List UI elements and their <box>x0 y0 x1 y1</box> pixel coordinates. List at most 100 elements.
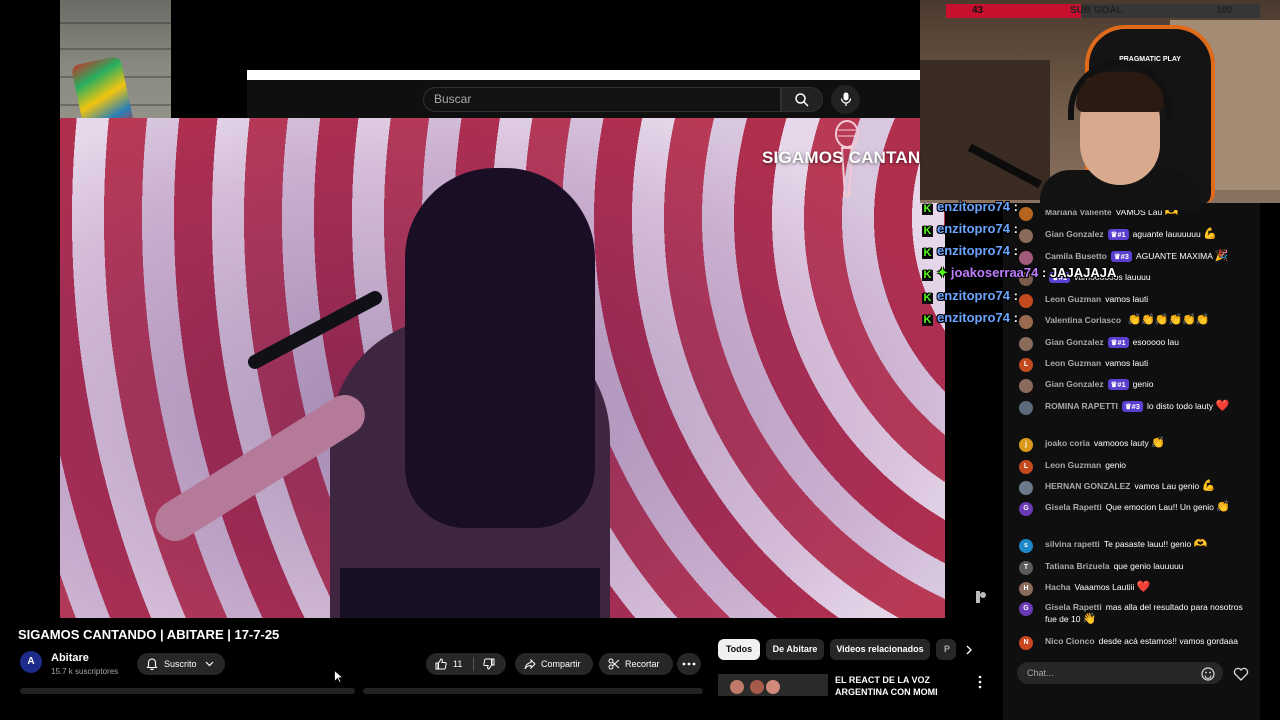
sub-goal-fill <box>946 4 1082 18</box>
chat-message-body: Valentina Coriasco 👏👏👏👏👏👏 <box>1045 314 1250 326</box>
chat-avatar[interactable]: N <box>1019 636 1033 650</box>
chat-message-body: Leon Guzman genio <box>1045 459 1250 471</box>
channel-avatar[interactable]: A <box>20 651 42 673</box>
chat-message-body: Gisela Rapetti Que emocion Lau!! Un genio… <box>1045 501 1250 513</box>
member-rank: #1 <box>1117 338 1126 347</box>
subscribed-button[interactable]: Suscrito <box>137 653 225 675</box>
chat-avatar[interactable]: j <box>1019 438 1033 452</box>
share-button[interactable]: Compartir <box>515 653 593 675</box>
chip-todos[interactable]: Todos <box>718 639 760 660</box>
related-video-title[interactable]: EL REACT DE LA VOZ ARGENTINA CON MOMI <box>835 674 965 698</box>
overlay-chat-user: joakoserraa74 <box>950 265 1039 280</box>
kick-badge-icon: K <box>922 203 933 215</box>
description-preview <box>20 688 355 694</box>
chat-avatar[interactable]: H <box>1019 582 1033 596</box>
chat-avatar[interactable] <box>1019 207 1033 221</box>
chevron-right-icon[interactable] <box>963 644 975 656</box>
chat-author[interactable]: Leon Guzman <box>1045 358 1101 368</box>
chat-avatar[interactable] <box>1019 315 1033 329</box>
chat-author[interactable]: Gian Gonzalez <box>1045 337 1104 347</box>
chat-author[interactable]: silvina rapetti <box>1045 539 1100 549</box>
like-icon[interactable] <box>435 658 447 670</box>
chat-avatar[interactable] <box>1019 401 1033 415</box>
chat-author[interactable]: Gian Gonzalez <box>1045 379 1104 389</box>
chat-avatar[interactable]: L <box>1019 460 1033 474</box>
chat-text: genio <box>1132 379 1154 389</box>
singer-hair <box>405 168 595 528</box>
bell-icon <box>146 658 158 670</box>
chat-avatar[interactable]: T <box>1019 561 1033 575</box>
chat-author[interactable]: Nico Cionco <box>1045 636 1095 646</box>
chat-emoji: 🎉 <box>1214 250 1229 262</box>
chat-author[interactable]: ROMINA RAPETTI <box>1045 401 1118 411</box>
search-button[interactable] <box>781 87 823 112</box>
overlay-chat-user: enzitopro74 <box>937 221 1010 236</box>
chat-author[interactable]: Leon Guzman <box>1045 294 1101 304</box>
chat-emoji: 👏👏👏👏👏👏 <box>1127 314 1210 326</box>
chat-emoji: 💪 <box>1203 228 1217 240</box>
chat-text: lo disto todo lauty <box>1146 401 1214 411</box>
chat-text: genio <box>1105 460 1127 470</box>
chat-text: Que emocion Lau!! Un genio <box>1105 502 1214 512</box>
sub-goal-current: 43 <box>972 5 984 16</box>
overlay-chat-user: enzitopro74 <box>937 243 1010 258</box>
related-video-thumbnail[interactable] <box>718 674 828 696</box>
chat-avatar[interactable]: s <box>1019 539 1033 553</box>
chat-author[interactable]: Camila Busetto <box>1045 251 1107 261</box>
dislike-icon[interactable] <box>483 658 495 670</box>
chat-author[interactable]: Gisela Rapetti <box>1045 602 1102 612</box>
chip-related-videos[interactable]: Videos relacionados <box>830 639 930 660</box>
chat-author[interactable]: HERNAN GONZALEZ <box>1045 481 1130 491</box>
more-actions-button[interactable] <box>677 653 701 675</box>
chat-avatar[interactable] <box>1019 481 1033 495</box>
chevron-down-icon <box>205 661 214 667</box>
chat-author[interactable]: joako coria <box>1045 438 1090 448</box>
chat-message-body: Leon Guzman vamos lauti <box>1045 357 1250 369</box>
search-input[interactable]: Buscar <box>423 87 781 112</box>
chat-avatar[interactable]: G <box>1019 502 1033 516</box>
youtube-header: Buscar <box>247 80 920 118</box>
chat-author[interactable]: Gian Gonzalez <box>1045 229 1104 239</box>
chat-avatar[interactable] <box>1019 379 1033 393</box>
singer-pants <box>340 568 600 618</box>
chat-author[interactable]: Gisela Rapetti <box>1045 502 1102 512</box>
kick-badge-icon: K <box>922 314 933 326</box>
video-player[interactable]: SIGAMOS CANTAN <box>60 118 945 618</box>
overlay-chat-row: Kenzitopro74 : <box>922 199 1018 219</box>
member-badge: ♛#3 <box>1121 401 1143 412</box>
voice-search-button[interactable] <box>831 85 860 114</box>
chat-author[interactable]: Leon Guzman <box>1045 460 1101 470</box>
overlay-chat-separator: : <box>1009 221 1018 236</box>
channel-watermark-icon[interactable] <box>974 590 988 604</box>
overlay-chat-row: Kenzitopro74 : <box>922 288 1018 308</box>
chip-more[interactable]: P <box>936 639 956 660</box>
chat-avatar[interactable] <box>1019 229 1033 243</box>
subscriber-count: 15.7 k suscriptores <box>51 667 119 676</box>
chat-emoji: ❤️ <box>1136 581 1151 593</box>
chat-avatar[interactable] <box>1019 251 1033 265</box>
chat-avatar[interactable] <box>1019 294 1033 308</box>
member-rank: #3 <box>1120 252 1129 261</box>
channel-name[interactable]: Abitare <box>51 652 89 664</box>
chat-author[interactable]: Valentina Coriasco <box>1045 315 1121 325</box>
chat-author[interactable]: Tatiana Brizuela <box>1045 561 1110 571</box>
chat-avatar[interactable]: L <box>1019 358 1033 372</box>
chat-input[interactable]: Chat... <box>1017 662 1223 684</box>
kick-badge-icon: K <box>922 269 933 281</box>
more-vertical-icon[interactable] <box>977 675 983 689</box>
chat-author[interactable]: Hacha <box>1045 582 1071 592</box>
emoji-icon[interactable] <box>1201 667 1215 681</box>
heart-icon[interactable] <box>1233 666 1249 681</box>
chat-text: vamos lauti <box>1105 294 1149 304</box>
chat-avatar[interactable] <box>1019 337 1033 351</box>
kick-badge-icon: K <box>922 225 933 237</box>
microphone-icon <box>840 92 851 106</box>
sparkle-badge-icon: ✦ <box>937 265 948 280</box>
chat-avatar[interactable]: G <box>1019 602 1033 616</box>
clip-button[interactable]: Recortar <box>599 653 673 675</box>
member-badge: ♛#1 <box>1107 379 1129 390</box>
chat-message-body: HERNAN GONZALEZ vamos Lau genio 💪 <box>1045 480 1250 492</box>
chat-emoji: 🫶 <box>1193 538 1208 550</box>
sub-goal-target: 100 <box>1216 5 1233 16</box>
chip-from-channel[interactable]: De Abitare <box>766 639 824 660</box>
